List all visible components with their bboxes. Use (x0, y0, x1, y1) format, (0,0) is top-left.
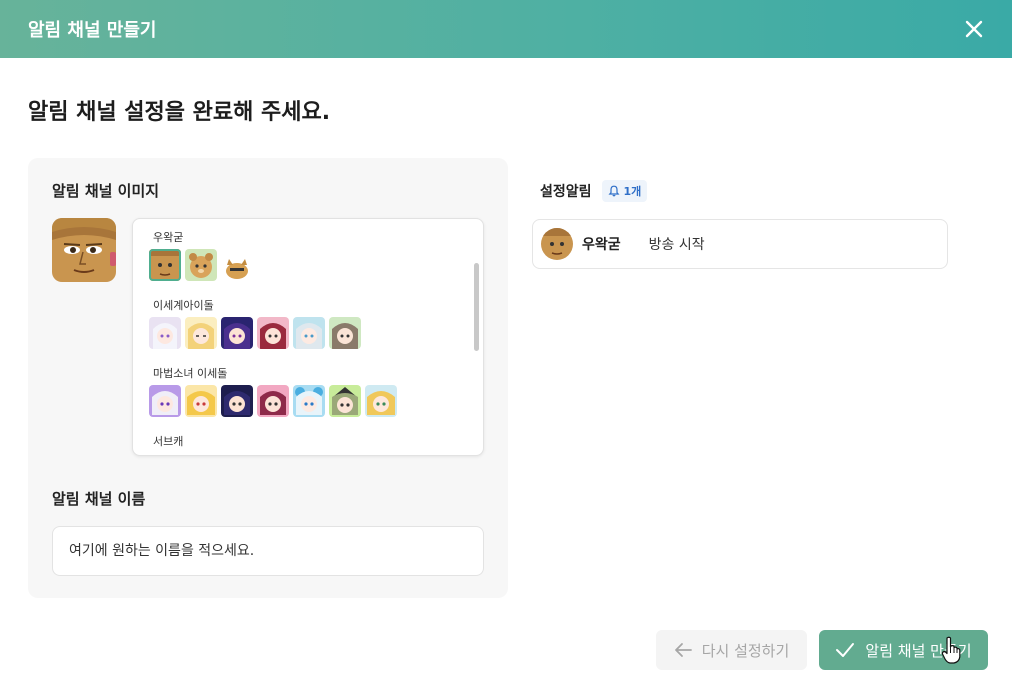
group-label-magical-girl: 마법소녀 이세돌 (153, 367, 228, 380)
arrow-left-icon (674, 643, 692, 657)
modal-header: 알림 채널 만들기 (0, 0, 1012, 58)
group-row-isegye-idol (149, 317, 473, 349)
reset-settings-button[interactable]: 다시 설정하기 (656, 630, 807, 670)
alert-streamer-name: 우왁굳 (582, 237, 621, 253)
channel-name-input[interactable] (52, 526, 484, 576)
thumb-magical-5[interactable] (293, 385, 325, 417)
thumb-magical-6[interactable] (329, 385, 361, 417)
channel-image-preview (52, 218, 116, 282)
thumb-wakgood-3[interactable] (221, 249, 253, 281)
thumb-magical-7[interactable] (365, 385, 397, 417)
group-row-magical-girl (149, 385, 473, 417)
alert-count-badge: 1개 (601, 180, 648, 202)
thumb-wakgood-2[interactable] (185, 249, 217, 281)
image-picker-scrollbar[interactable] (474, 263, 479, 351)
thumb-isegye-3[interactable] (221, 317, 253, 349)
channel-settings-panel: 알림 채널 이미지 우왁굳 이세계아이돌 마법소녀 이세돌 서브캐 알림 채널 … (28, 158, 508, 598)
bell-icon (608, 185, 620, 197)
close-icon (965, 20, 983, 38)
thumb-magical-4[interactable] (257, 385, 289, 417)
create-channel-button[interactable]: 알림 채널 만들기 (819, 630, 988, 670)
thumb-isegye-4[interactable] (257, 317, 289, 349)
image-picker-list[interactable]: 우왁굳 이세계아이돌 마법소녀 이세돌 서브캐 (133, 219, 473, 455)
reset-settings-label: 다시 설정하기 (701, 641, 790, 660)
create-channel-label: 알림 채널 만들기 (865, 641, 972, 660)
thumb-isegye-1[interactable] (149, 317, 181, 349)
name-section-label: 알림 채널 이름 (52, 490, 146, 508)
thumb-isegye-2[interactable] (185, 317, 217, 349)
alert-count: 1개 (623, 185, 642, 198)
close-button[interactable] (960, 15, 988, 43)
thumb-magical-1[interactable] (149, 385, 181, 417)
page-title: 알림 채널 설정을 완료해 주세요. (28, 100, 331, 125)
thumb-wakgood-1[interactable] (149, 249, 181, 281)
thumb-magical-3[interactable] (221, 385, 253, 417)
group-label-isegye-idol: 이세계아이돌 (153, 299, 214, 312)
configured-alerts-header: 설정알림 1개 (540, 180, 648, 202)
group-label-sub-character: 서브캐 (153, 435, 184, 448)
modal-title: 알림 채널 만들기 (28, 20, 157, 41)
image-picker[interactable]: 우왁굳 이세계아이돌 마법소녀 이세돌 서브캐 (132, 218, 484, 456)
check-icon (836, 643, 855, 657)
create-alert-channel-modal: 알림 채널 만들기 알림 채널 설정을 완료해 주세요. 알림 채널 이미지 우… (0, 0, 1012, 694)
thumb-isegye-5[interactable] (293, 317, 325, 349)
group-row-wakgood (149, 249, 473, 281)
alert-item[interactable]: 우왁굳 방송 시작 (532, 219, 948, 269)
image-section-label: 알림 채널 이미지 (52, 182, 160, 200)
avatar (541, 228, 573, 260)
alert-event-type: 방송 시작 (648, 237, 705, 253)
thumb-isegye-6[interactable] (329, 317, 361, 349)
thumb-magical-2[interactable] (185, 385, 217, 417)
group-label-wakgood: 우왁굳 (153, 231, 184, 244)
configured-alerts-label: 설정알림 (540, 184, 592, 200)
